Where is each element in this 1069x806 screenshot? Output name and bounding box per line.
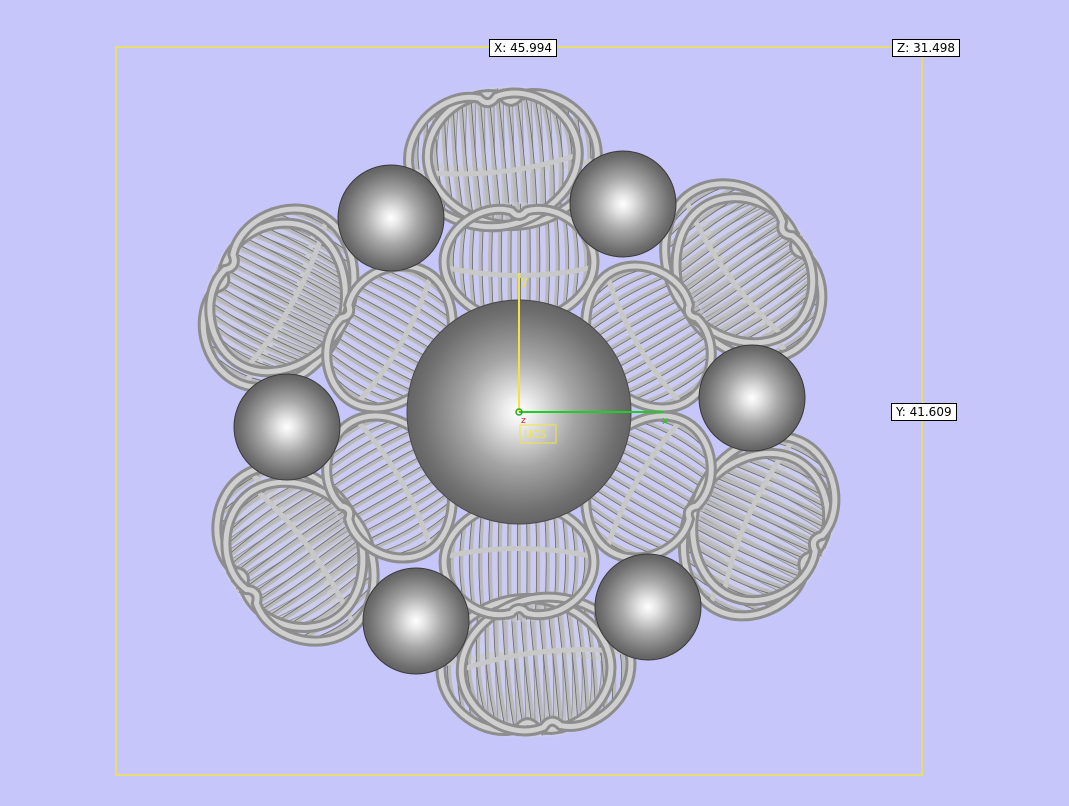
petal-sphere-top-right bbox=[569, 150, 677, 258]
petal-sphere-bottom-right bbox=[594, 553, 702, 661]
3d-viewport[interactable]: y x z UCS X: 45.994 Z: 31.498 Y: 41.609 bbox=[0, 0, 1069, 806]
x-dimension-label: X: 45.994 bbox=[489, 39, 558, 57]
ucs-label: UCS bbox=[524, 428, 547, 441]
petal-sphere-bottom-left bbox=[362, 567, 470, 675]
x-axis-label: x bbox=[662, 414, 669, 427]
y-axis-label: y bbox=[521, 274, 528, 288]
y-dimension-label: Y: 41.609 bbox=[891, 403, 957, 421]
petal-sphere-top-left bbox=[337, 164, 445, 272]
petal-sphere-left bbox=[233, 373, 341, 481]
petal-sphere-right bbox=[698, 344, 806, 452]
z-dimension-label: Z: 31.498 bbox=[892, 39, 961, 57]
